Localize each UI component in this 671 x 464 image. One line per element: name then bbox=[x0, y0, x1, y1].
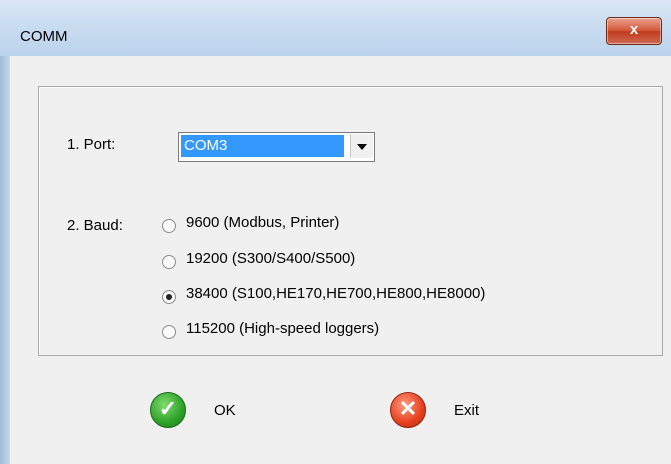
exit-button[interactable]: ✕ Exit bbox=[390, 392, 510, 432]
window-title: COMM bbox=[20, 28, 68, 45]
exit-button-label[interactable]: Exit bbox=[454, 402, 479, 419]
port-selected-value: COM3 bbox=[181, 135, 344, 157]
x-icon[interactable]: ✕ bbox=[390, 392, 426, 428]
baud-label: 2. Baud: bbox=[67, 217, 123, 234]
radio-button[interactable] bbox=[162, 325, 176, 339]
x-glyph: ✕ bbox=[398, 396, 418, 421]
radio-button-checked[interactable] bbox=[162, 290, 176, 304]
radio-button[interactable] bbox=[162, 255, 176, 269]
chevron-down-icon[interactable] bbox=[350, 134, 373, 158]
ok-button[interactable]: ✓ OK bbox=[150, 392, 270, 432]
checkmark-glyph: ✓ bbox=[158, 396, 178, 421]
baud-option-label[interactable]: 19200 (S300/S400/S500) bbox=[186, 250, 355, 267]
window-frame-left bbox=[0, 56, 10, 464]
port-select[interactable]: COM3 bbox=[178, 132, 375, 162]
baud-option-label[interactable]: 9600 (Modbus, Printer) bbox=[186, 214, 339, 231]
close-icon: x bbox=[629, 21, 639, 38]
baud-option-label[interactable]: 115200 (High-speed loggers) bbox=[186, 320, 379, 337]
settings-group bbox=[38, 86, 663, 356]
ok-button-label[interactable]: OK bbox=[214, 402, 236, 419]
port-label: 1. Port: bbox=[67, 136, 116, 153]
checkmark-icon[interactable]: ✓ bbox=[150, 392, 186, 428]
close-button[interactable]: x bbox=[606, 17, 662, 45]
title-bar[interactable]: COMM x bbox=[0, 0, 671, 56]
comm-dialog: COMM x 1. Port: COM3 2. Baud: 9600 (Modb… bbox=[0, 0, 671, 464]
dialog-content: 1. Port: COM3 2. Baud: 9600 (Modbus, Pri… bbox=[10, 56, 671, 464]
radio-button[interactable] bbox=[162, 219, 176, 233]
baud-option-label[interactable]: 38400 (S100,HE170,HE700,HE800,HE8000) bbox=[186, 285, 485, 302]
